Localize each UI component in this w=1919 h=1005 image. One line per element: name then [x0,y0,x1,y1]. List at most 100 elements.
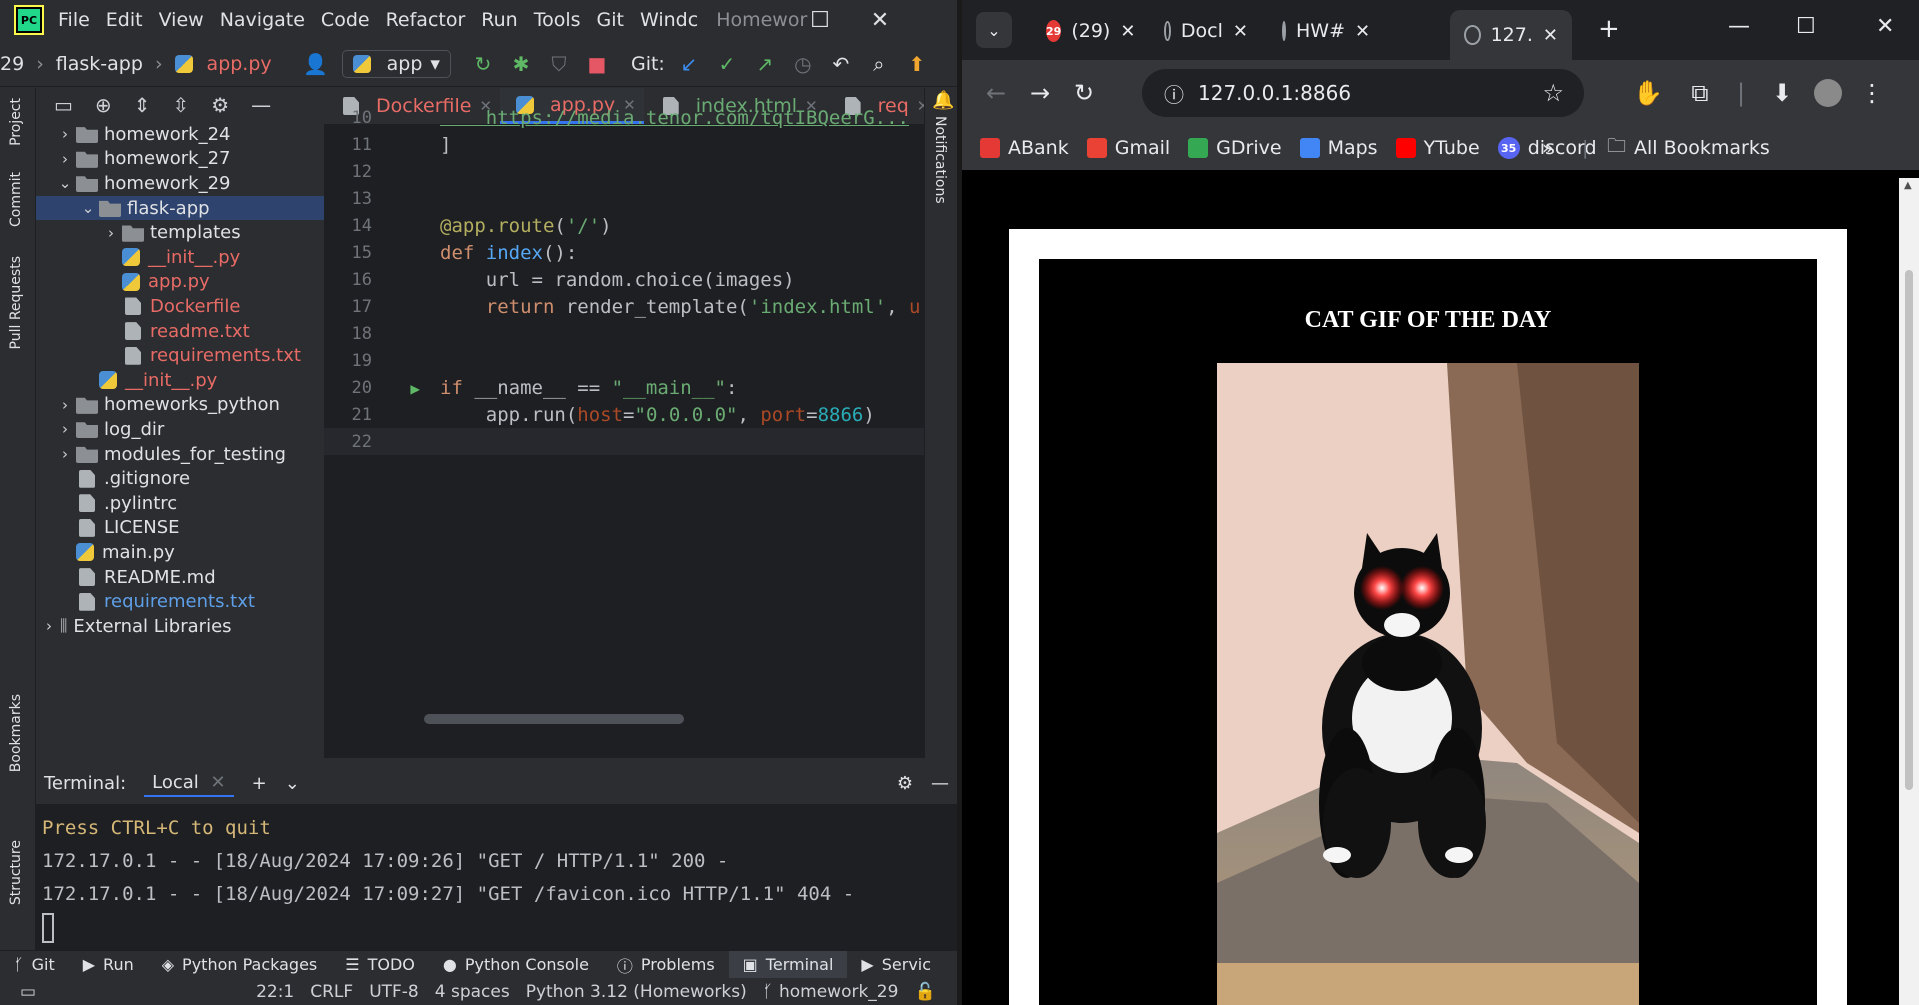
close-icon[interactable]: ✕ [1233,21,1248,42]
code-line[interactable]: 10 https://media.tenor.com/tqtIBQeerG... [324,104,924,131]
rollback-icon[interactable]: ↶ [829,52,853,76]
code-line[interactable]: 12 [324,158,924,185]
code-line[interactable]: 16 url = random.choice(images) [324,266,924,293]
tool-python-console[interactable]: ● Python Console [429,951,603,978]
tree-item[interactable]: › ⫼ External Libraries [36,614,324,639]
status-interpreter[interactable]: Python 3.12 (Homeworks) [526,982,747,1002]
bell-icon[interactable]: 🔔 [932,90,954,111]
git-push-icon[interactable]: ↗ [753,52,777,76]
forward-icon[interactable]: → [1018,79,1062,107]
tool-run[interactable]: ▶ Run [69,951,148,978]
tool-todo[interactable]: ☰ TODO [331,951,429,978]
tree-item[interactable]: ⌄ homework_29 [36,171,324,196]
bookmark-abank[interactable]: ABank [980,137,1069,159]
menu-view[interactable]: View [159,9,204,31]
close-icon[interactable]: ✕ [1543,25,1558,46]
terminal-tab-local[interactable]: Local ✕ [144,770,234,797]
code-area[interactable]: 10 https://media.tenor.com/tqtIBQeerG...… [324,107,924,710]
status-line-separator[interactable]: CRLF [310,982,353,1002]
tree-item[interactable]: › homeworks_python [36,393,324,418]
breadcrumb-file[interactable]: app.py [174,53,272,75]
status-position[interactable]: 22:1 [256,982,294,1002]
gear-icon[interactable]: ⚙ [211,93,229,117]
site-info-icon[interactable]: ⓘ [1164,79,1184,108]
collapse-all-icon[interactable]: ⇳ [172,93,189,117]
tool-git[interactable]: ᚶ Git [0,951,69,978]
side-tab-notifications[interactable]: Notifications [932,116,948,204]
more-bookmarks-icon[interactable]: » [1542,137,1554,159]
tree-item[interactable]: ⌄ flask-app [36,195,324,221]
chevron-down-icon[interactable]: ⌄ [77,199,99,217]
tab-search-icon[interactable]: ⌄ [976,12,1012,48]
chevron-right-icon[interactable]: › [54,125,76,143]
close-icon[interactable]: ✕ [850,0,910,40]
tool-terminal[interactable]: ▣ Terminal [728,951,848,978]
chevron-right-icon[interactable]: › [100,224,122,242]
close-icon[interactable]: ✕ [1120,21,1135,42]
menu-run[interactable]: Run [481,9,517,31]
stop-icon[interactable]: ■ [585,52,609,76]
run-config-select[interactable]: app ▾ [341,50,451,78]
menu-git[interactable]: Git [597,9,624,31]
page-scrollbar[interactable]: ▲ [1899,178,1919,1005]
bookmark-gdrive[interactable]: GDrive [1188,137,1282,159]
close-icon[interactable]: ✕ [1355,21,1370,42]
avatar[interactable] [1808,79,1848,107]
tree-item[interactable]: __init__.py [36,245,324,270]
reload-icon[interactable]: ↻ [1062,79,1106,107]
side-tab-structure[interactable]: Structure [8,840,24,905]
chevron-right-icon[interactable]: › [38,617,60,635]
git-update-icon[interactable]: ↙ [677,52,701,76]
tree-item[interactable]: › homework_24 [36,122,324,147]
panel-layout-icon[interactable]: ▭ [54,93,73,117]
all-bookmarks-button[interactable]: 🗀 All Bookmarks [1607,132,1770,164]
bookmark-maps[interactable]: Maps [1299,137,1378,159]
menu-navigate[interactable]: Navigate [220,9,305,31]
menu-window[interactable]: Windc [640,9,698,31]
restore-icon[interactable]: ☐ [790,0,850,40]
code-line[interactable]: 15 def index(): [324,239,924,266]
address-bar[interactable]: ⓘ 127.0.0.1:8866 ☆ [1142,69,1584,117]
tool-python-packages[interactable]: ◈ Python Packages [148,951,332,978]
menu-tools[interactable]: Tools [534,9,581,31]
chevron-right-icon[interactable]: › [54,420,76,438]
code-line[interactable]: 13 [324,185,924,212]
locate-icon[interactable]: ⊕ [95,93,112,117]
new-tab-icon[interactable]: + [1598,14,1620,44]
tree-item[interactable]: requirements.txt [36,343,324,368]
download-icon[interactable]: ⬇ [1756,79,1808,107]
code-line[interactable]: 11] [324,131,924,158]
menu-code[interactable]: Code [321,9,370,31]
tool-problems[interactable]: ⓘ Problems [603,951,729,978]
code-line[interactable]: 17 return render_template('index.html', … [324,293,924,320]
panel-toggle-icon[interactable]: ▭ [20,982,36,1002]
horizontal-scrollbar[interactable] [424,714,684,724]
minimize-icon[interactable]: — [251,93,271,117]
code-line[interactable]: 22 [324,428,924,455]
tree-item[interactable]: › templates [36,220,324,245]
status-branch[interactable]: homework_29 [779,982,898,1002]
bookmark-gmail[interactable]: Gmail [1086,137,1170,159]
extensions-icon[interactable]: ⧉ [1674,79,1726,107]
tree-item[interactable]: requirements.txt [36,589,324,614]
tree-item[interactable]: README.md [36,565,324,590]
search-icon[interactable]: ⌕ [867,52,891,76]
tool-services[interactable]: ▶ Servic [847,951,945,978]
bookmark-star-icon[interactable]: ☆ [1542,79,1564,107]
expand-all-icon[interactable]: ⇕ [134,93,151,117]
minimize-icon[interactable]: — [931,773,949,794]
tree-item[interactable]: __init__.py [36,368,324,393]
tree-item[interactable]: LICENSE [36,516,324,541]
status-encoding[interactable]: UTF-8 [369,982,419,1002]
git-commit-icon[interactable]: ✓ [715,52,739,76]
tree-item[interactable]: .pylintrc [36,491,324,516]
gear-icon[interactable]: ⚙ [897,773,913,794]
bookmark-ytube[interactable]: YTube [1395,137,1480,159]
chevron-right-icon[interactable]: › [54,445,76,463]
tree-item[interactable]: Dockerfile [36,294,324,319]
tree-item[interactable]: app.py [36,270,324,295]
gutter[interactable]: ▶ [376,377,440,399]
menu-file[interactable]: File [58,9,90,31]
side-tab-pull-requests[interactable]: Pull Requests [8,256,24,349]
tree-item[interactable]: › log_dir [36,417,324,442]
